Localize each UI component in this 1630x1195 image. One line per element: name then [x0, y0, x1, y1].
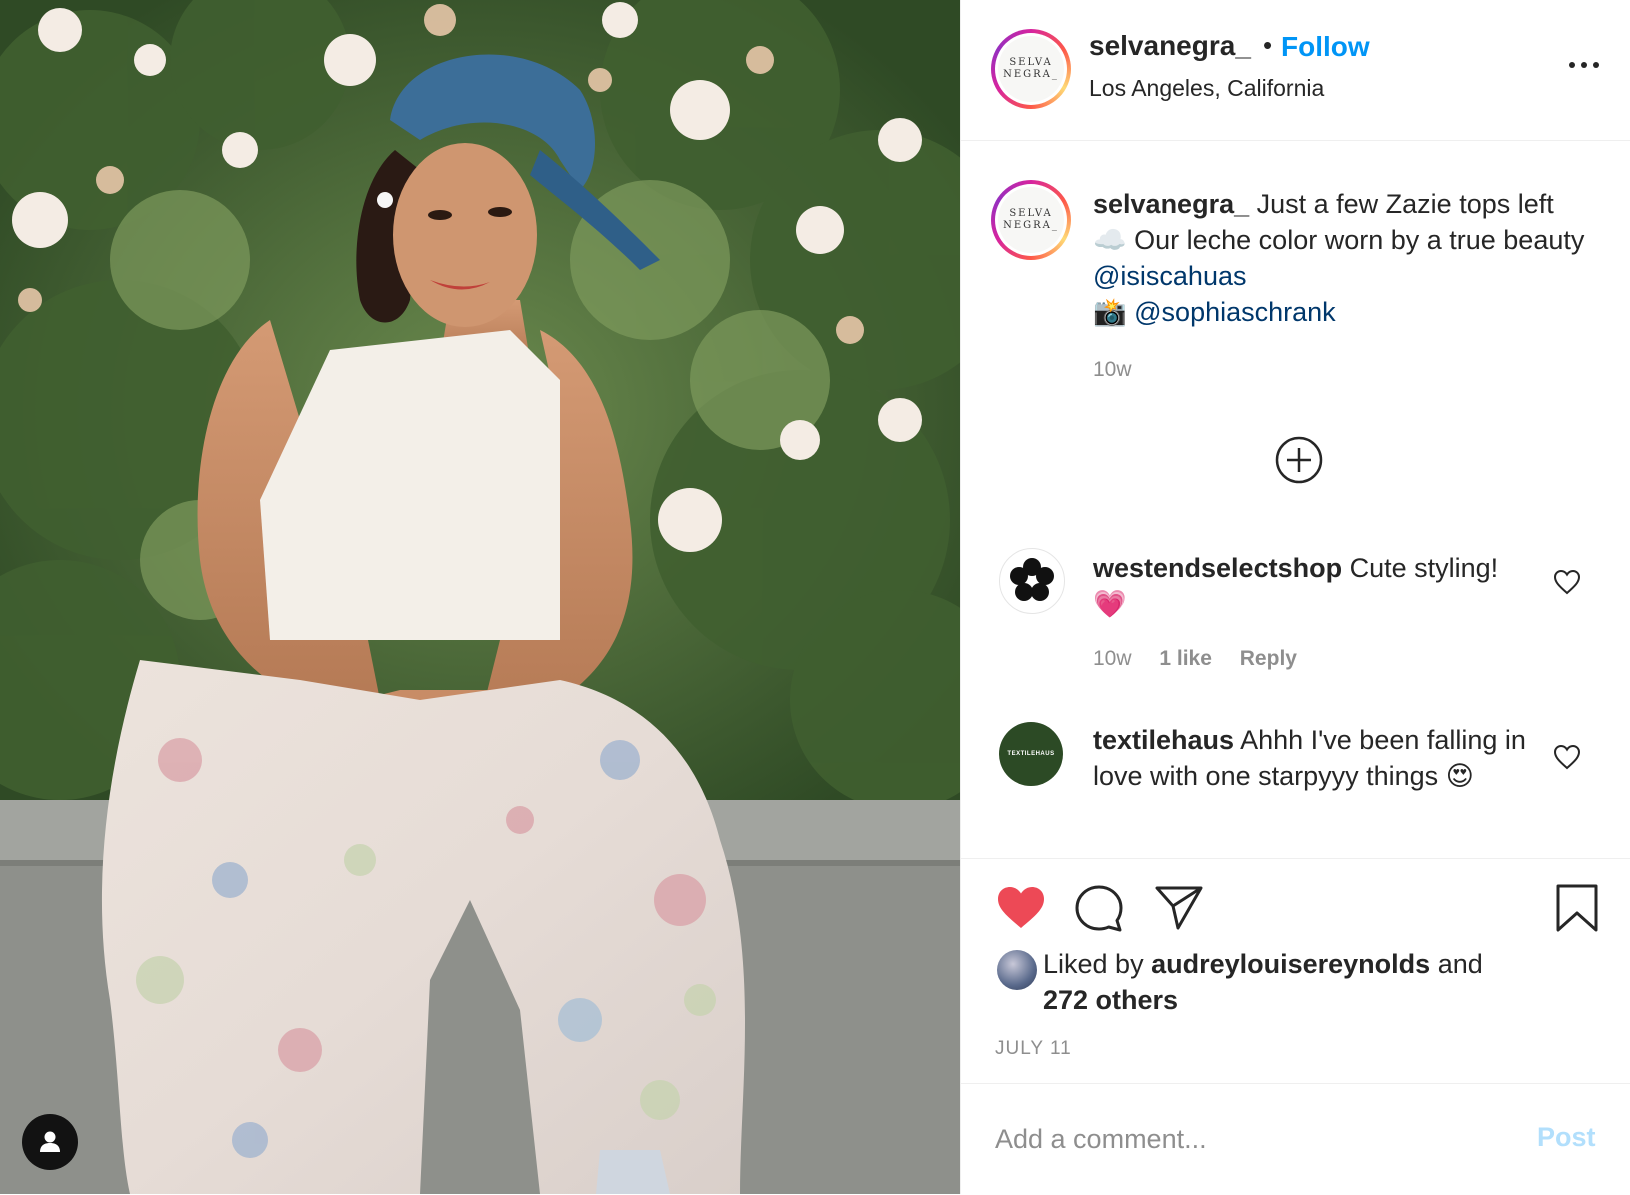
user-tag-icon[interactable]: [22, 1114, 78, 1170]
comment-likes[interactable]: 1 like: [1159, 647, 1212, 670]
post-photo-illustration: [0, 0, 960, 1194]
paper-plane-icon[interactable]: [1154, 885, 1204, 931]
post-caption: selvanegra_ Just a few Zazie tops left ☁…: [1093, 186, 1593, 330]
follow-button[interactable]: Follow: [1281, 31, 1370, 63]
liker-avatar[interactable]: [997, 950, 1037, 990]
avatar-logo-line1: SELVA: [1009, 208, 1053, 219]
liker-username[interactable]: audreylouisereynolds: [1151, 949, 1430, 979]
avatar-logo-text: TEXTILEHAUS: [1007, 751, 1055, 757]
caption-text-1: Just a few Zazie tops left: [1249, 189, 1554, 219]
post-comment-button[interactable]: Post: [1537, 1122, 1596, 1153]
likes-middle: and: [1430, 949, 1483, 979]
heart-eyes-emoji: 😍: [1445, 761, 1474, 791]
author-avatar[interactable]: SELVA NEGRA_: [991, 29, 1071, 109]
plus-circle-icon[interactable]: [1274, 435, 1324, 485]
commenter-avatar[interactable]: TEXTILEHAUS: [999, 722, 1063, 786]
heart-outline-icon[interactable]: [1553, 744, 1581, 770]
post-header: SELVA NEGRA_ selvanegra_ • Follow Los An…: [961, 0, 1630, 141]
comment-meta: 10w 1 like Reply: [1093, 647, 1319, 671]
separator-dot: •: [1263, 30, 1273, 60]
caption-username[interactable]: selvanegra_: [1093, 189, 1249, 219]
avatar-logo-line2: NEGRA_: [1003, 220, 1059, 231]
heart-outline-icon[interactable]: [1553, 569, 1581, 595]
comment-input[interactable]: [993, 1118, 1497, 1160]
avatar-logo-line1: SELVA: [1009, 57, 1053, 68]
caption-timestamp: 10w: [1093, 358, 1132, 381]
mention-link[interactable]: @isiscahuas: [1093, 261, 1246, 291]
flower-logo-icon: [1010, 558, 1054, 601]
comment-username[interactable]: westendselectshop: [1093, 553, 1342, 583]
comment-body: Cute styling!: [1342, 553, 1499, 583]
post-date: JULY 11: [995, 1038, 1072, 1059]
commenter-avatar[interactable]: [999, 548, 1065, 614]
reply-button[interactable]: Reply: [1240, 647, 1297, 670]
likes-others-link[interactable]: 272 others: [1043, 985, 1178, 1015]
post-location[interactable]: Los Angeles, California: [1089, 75, 1324, 102]
mention-link[interactable]: @sophiaschrank: [1134, 297, 1336, 327]
comment-timestamp: 10w: [1093, 647, 1132, 670]
heart-filled-icon[interactable]: [995, 885, 1047, 931]
heart-emoji: 💗: [1093, 589, 1127, 619]
author-username[interactable]: selvanegra_: [1089, 30, 1251, 62]
comment-username[interactable]: textilehaus: [1093, 725, 1234, 755]
cloud-emoji: ☁️: [1093, 225, 1127, 255]
bookmark-icon[interactable]: [1555, 883, 1599, 933]
likes-summary: Liked by audreylouisereynolds and 272 ot…: [1043, 946, 1563, 1018]
camera-emoji: 📸: [1093, 297, 1127, 327]
add-comment-bar: Post: [961, 1083, 1630, 1195]
post-photo[interactable]: [0, 0, 960, 1194]
likes-prefix: Liked by: [1043, 949, 1152, 979]
caption-text-2: Our leche color worn by a true beauty: [1126, 225, 1585, 255]
ellipsis-icon[interactable]: [1566, 58, 1602, 72]
comment-text: westendselectshop Cute styling! 💗: [1093, 550, 1533, 622]
post-sidebar: SELVA NEGRA_ selvanegra_ • Follow Los An…: [960, 0, 1630, 1194]
caption-avatar[interactable]: SELVA NEGRA_: [991, 180, 1071, 260]
comment-text: textilehaus Ahhh I've been falling in lo…: [1093, 722, 1533, 794]
avatar-logo-line2: NEGRA_: [1003, 69, 1059, 80]
comment-bubble-icon[interactable]: [1074, 884, 1124, 934]
